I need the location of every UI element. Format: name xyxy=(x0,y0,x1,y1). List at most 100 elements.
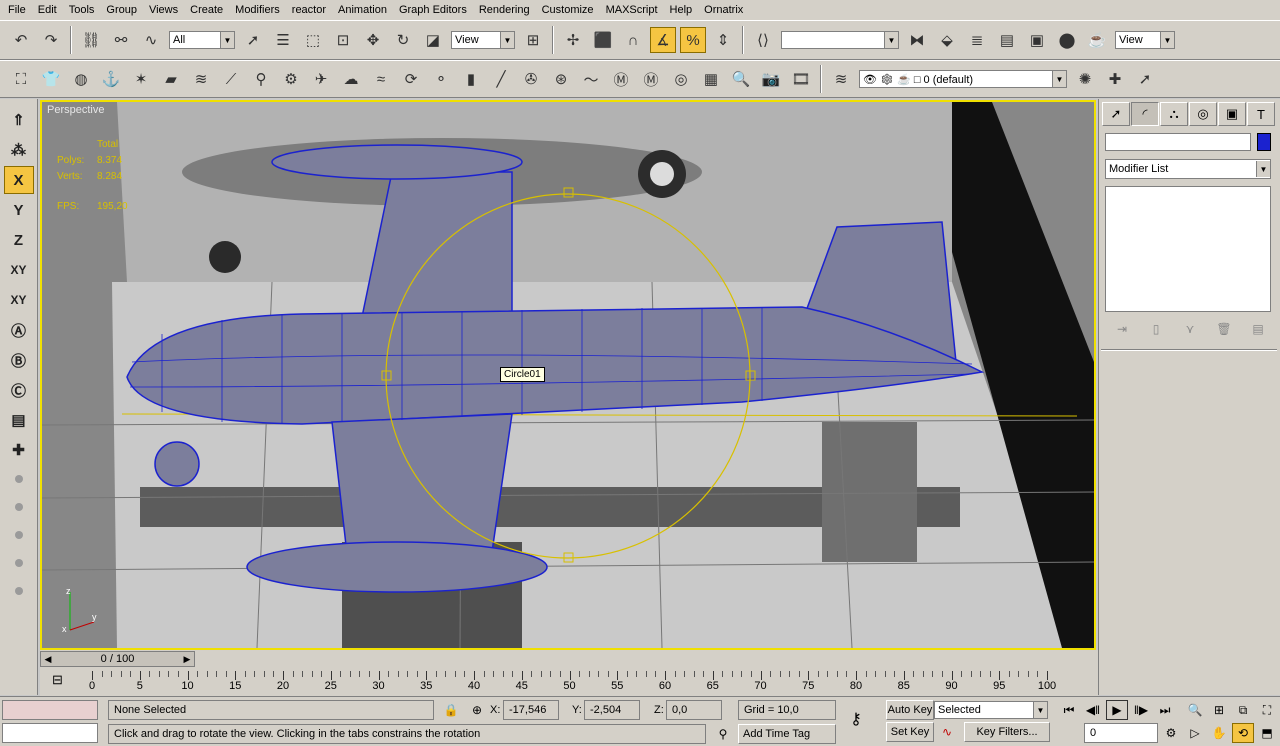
set-key-button[interactable]: Set Key xyxy=(886,722,934,742)
constraint-solver-icon[interactable]: ⟳ xyxy=(398,66,424,92)
menu-item-group[interactable]: Group xyxy=(100,0,143,20)
percent-snap-toggle-icon[interactable]: % xyxy=(680,27,706,53)
menu-item-modifiers[interactable]: Modifiers xyxy=(229,0,286,20)
layer-manager-icon[interactable]: ≣ xyxy=(964,27,990,53)
zoom-icon[interactable]: 🔍 xyxy=(1184,700,1206,720)
display-tab-icon[interactable]: ▣ xyxy=(1218,102,1246,126)
x-coordinate-field[interactable]: -17,546 xyxy=(503,700,559,720)
pan-view-icon[interactable]: ✋ xyxy=(1208,723,1230,743)
menu-item-maxscript[interactable]: MAXScript xyxy=(600,0,664,20)
lock-selection-icon[interactable]: 🔒 xyxy=(440,700,462,720)
align-icon[interactable]: ⬙ xyxy=(934,27,960,53)
hierarchy-tab-icon[interactable]: ⛬ xyxy=(1160,102,1188,126)
layers-icon[interactable]: ≋ xyxy=(828,66,854,92)
reference-coordinate-dropdown[interactable]: View ▼ xyxy=(451,31,515,49)
next-key-icon[interactable]: ‖▶ xyxy=(1130,700,1152,720)
rope-collection-icon[interactable]: ⚓ xyxy=(98,66,124,92)
viewport-label[interactable]: Perspective xyxy=(47,104,104,116)
utilities-tab-icon[interactable]: T xyxy=(1247,102,1275,126)
deforming-mesh-icon[interactable]: ✶ xyxy=(128,66,154,92)
field-of-view-icon[interactable]: ▷ xyxy=(1184,723,1206,743)
axis-x-button[interactable]: X xyxy=(3,166,34,194)
spring-icon[interactable]: ≋ xyxy=(188,66,214,92)
maximize-viewport-icon[interactable]: ⬒ xyxy=(1256,723,1278,743)
motor-icon[interactable]: ⚲ xyxy=(248,66,274,92)
unlink-selection-icon[interactable]: ⚯ xyxy=(108,27,134,53)
select-layer-icon[interactable]: ➚ xyxy=(1132,66,1158,92)
go-to-start-icon[interactable]: ⏮ xyxy=(1058,700,1080,720)
rope-modifier-icon[interactable]: ◎ xyxy=(668,66,694,92)
z-coordinate-field[interactable]: 0,0 xyxy=(666,700,722,720)
axis-z-button[interactable]: Z xyxy=(4,226,34,254)
bind-to-space-warp-icon[interactable]: ∿ xyxy=(138,27,164,53)
object-color-swatch[interactable] xyxy=(1257,133,1271,151)
window-crossing-icon[interactable]: ⊡ xyxy=(330,27,356,53)
snapshot-c-icon[interactable]: Ⓒ xyxy=(4,376,34,404)
property-editor-icon[interactable]: ▦ xyxy=(698,66,724,92)
plane-icon[interactable]: ▰ xyxy=(158,66,184,92)
menu-item-ornatrix[interactable]: Ornatrix xyxy=(698,0,749,20)
pivot-center-icon[interactable]: ⊞ xyxy=(520,27,546,53)
track-bar[interactable]: ⊟ 0 5 10 15 20 25 30 35 40 45 50 55 60 65 70 75 80 85 90 95… xyxy=(40,668,1098,696)
dashpot-icon[interactable]: ⟋ xyxy=(218,66,244,92)
create-tab-icon[interactable]: ➚ xyxy=(1102,102,1130,126)
particle-icon[interactable]: ⁂ xyxy=(4,136,34,164)
menu-item-help[interactable]: Help xyxy=(664,0,699,20)
create-layer-icon[interactable]: ✺ xyxy=(1072,66,1098,92)
zoom-extents-all-icon[interactable]: ⛶ xyxy=(1256,700,1278,720)
key-filters-button[interactable]: Key Filters... xyxy=(964,722,1050,742)
rag-doll-icon[interactable]: ⚬ xyxy=(428,66,454,92)
previous-key-icon[interactable]: ◀‖ xyxy=(1082,700,1104,720)
zoom-all-icon[interactable]: ⊞ xyxy=(1208,700,1230,720)
configure-modifier-sets-icon[interactable]: ▤ xyxy=(1245,319,1271,339)
named-selection-sets-dropdown[interactable]: ▼ xyxy=(781,31,899,49)
menu-item-reactor[interactable]: reactor xyxy=(286,0,332,20)
previous-frame-icon[interactable]: ◀ xyxy=(41,652,55,666)
menu-item-edit[interactable]: Edit xyxy=(32,0,63,20)
list-icon[interactable]: ▤ xyxy=(4,406,34,434)
menu-item-create[interactable]: Create xyxy=(184,0,229,20)
selection-filter-dropdown[interactable]: All ▼ xyxy=(169,31,235,49)
hinge-icon[interactable]: ▮ xyxy=(458,66,484,92)
menu-item-customize[interactable]: Customize xyxy=(536,0,600,20)
undo-icon[interactable]: ↶ xyxy=(8,27,34,53)
add-to-layer-icon[interactable]: ✚ xyxy=(1102,66,1128,92)
motion-tab-icon[interactable]: ◎ xyxy=(1189,102,1217,126)
remove-modifier-icon[interactable]: 🗑 xyxy=(1211,319,1237,339)
select-and-scale-icon[interactable]: ◪ xyxy=(420,27,446,53)
render-scene-icon[interactable]: ☕ xyxy=(1084,27,1110,53)
make-unique-icon[interactable]: ⋎ xyxy=(1177,319,1203,339)
next-frame-icon[interactable]: ▶ xyxy=(180,652,194,666)
toy-car-icon[interactable]: ✈ xyxy=(308,66,334,92)
current-frame-field[interactable]: 0 xyxy=(1084,723,1158,743)
add-time-tag-button[interactable]: Add Time Tag xyxy=(738,724,836,744)
go-to-end-icon[interactable]: ⏭ xyxy=(1154,700,1176,720)
time-tag-icon[interactable]: ⚲ xyxy=(712,724,734,744)
axis-xy-cycle-button[interactable]: XY xyxy=(4,286,34,314)
select-and-rotate-icon[interactable]: ↻ xyxy=(390,27,416,53)
absolute-mode-icon[interactable]: ⊕ xyxy=(466,700,488,720)
create-animation-icon[interactable]: 🎞 xyxy=(788,66,814,92)
time-configuration-icon[interactable]: ⚙ xyxy=(1160,723,1182,743)
auto-key-button[interactable]: Auto Key xyxy=(886,700,934,720)
manipulate-icon[interactable]: ✢ xyxy=(560,27,586,53)
mini-curve-editor-icon[interactable]: ⊟ xyxy=(52,672,63,688)
soft-body-modifier-icon[interactable]: Ⓜ xyxy=(638,66,664,92)
mirror-icon[interactable]: ⧓ xyxy=(904,27,930,53)
snapshot-b-icon[interactable]: Ⓑ xyxy=(4,346,34,374)
reactor-rigid-body-icon[interactable]: ⛶ xyxy=(8,66,34,92)
menu-item-rendering[interactable]: Rendering xyxy=(473,0,536,20)
edit-named-selection-icon[interactable]: ⟨⟩ xyxy=(750,27,776,53)
layer-dropdown[interactable]: 👁 ❄ ☕ □ 0 (default) ▼ xyxy=(859,70,1067,88)
prismatic-icon[interactable]: ✇ xyxy=(518,66,544,92)
material-editor-icon[interactable]: ⬤ xyxy=(1054,27,1080,53)
menu-item-views[interactable]: Views xyxy=(143,0,184,20)
select-and-link-icon[interactable]: ⛓ xyxy=(78,27,104,53)
preview-animation-icon[interactable]: 📷 xyxy=(758,66,784,92)
angle-snap-toggle-icon[interactable]: ∡ xyxy=(650,27,676,53)
maxscript-listener-pink[interactable] xyxy=(2,700,98,720)
object-name-field[interactable] xyxy=(1105,133,1251,151)
snaps-toggle-icon[interactable]: ∩ xyxy=(620,27,646,53)
car-wheel-icon[interactable]: ⊛ xyxy=(548,66,574,92)
menu-item-graph-editors[interactable]: Graph Editors xyxy=(393,0,473,20)
